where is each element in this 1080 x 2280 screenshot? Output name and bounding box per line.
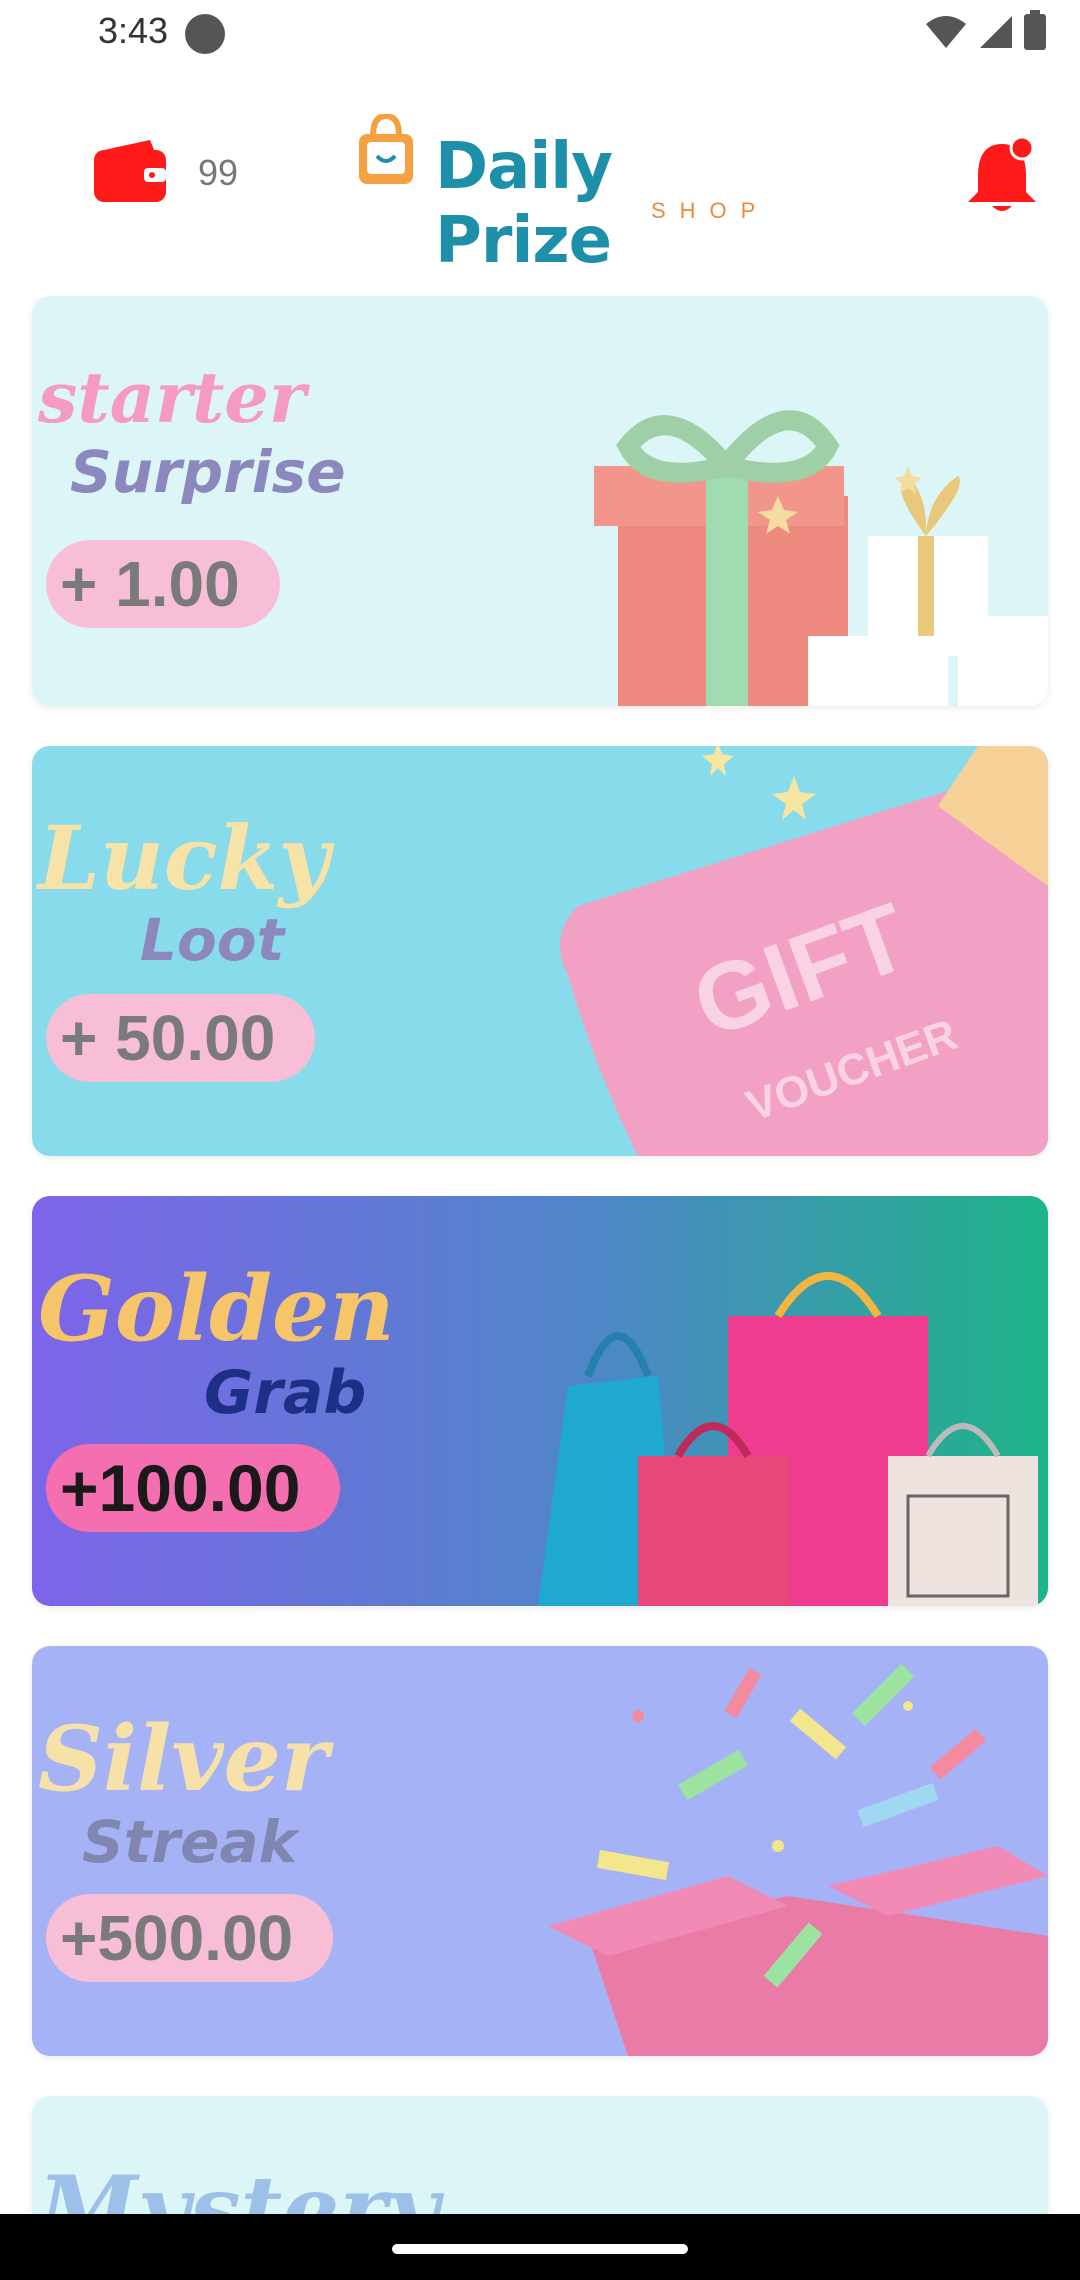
card-title-line1: Lucky — [38, 806, 330, 910]
app-header: 99 Daily Prize SHOP — [0, 110, 1080, 278]
card-title-line2: Surprise — [70, 438, 346, 506]
logo-subtitle: SHOP — [651, 198, 770, 223]
signal-icon — [980, 16, 1012, 48]
prize-card-lucky-loot[interactable]: Lucky Loot + 50.00 GIFT VOUCHER — [32, 746, 1048, 1156]
card-title-line2: Grab — [204, 1358, 367, 1428]
card-title-line1: starter — [38, 356, 306, 439]
wifi-icon — [926, 16, 966, 48]
card-amount-badge: +500.00 — [46, 1894, 334, 1982]
gift-box-illustration — [594, 410, 1048, 706]
prize-card-golden-grab[interactable]: Golden Grab +100.00 — [32, 1196, 1048, 1606]
card-title-line2: Streak — [82, 1808, 298, 1876]
status-time: 3:43 — [98, 10, 169, 51]
shopping-bags-illustration — [538, 1272, 1038, 1606]
system-navigation-bar — [0, 2214, 1080, 2280]
status-bar: 3:43 — [0, 0, 1080, 66]
card-amount-badge: + 50.00 — [46, 994, 316, 1082]
notification-dot-icon — [185, 14, 225, 54]
home-gesture-handle[interactable] — [392, 2244, 688, 2254]
card-amount-badge: + 1.00 — [46, 540, 280, 628]
card-title-line1: Golden — [38, 1256, 395, 1362]
battery-icon — [1024, 10, 1046, 50]
wallet-balance: 99 — [198, 152, 239, 193]
prize-card-starter-surprise[interactable]: starter Surprise + 1.00 — [32, 296, 1048, 706]
notification-bell-icon[interactable] — [966, 136, 1038, 216]
card-title-line1: Silver — [38, 1706, 329, 1812]
prize-card-silver-streak[interactable]: Silver Streak +500.00 — [32, 1646, 1048, 2056]
card-title-line2: Loot — [140, 906, 285, 974]
card-amount-badge: +100.00 — [46, 1444, 341, 1532]
system-icons — [924, 10, 1046, 50]
shopping-bag-icon — [359, 114, 413, 184]
app-logo: Daily Prize SHOP — [355, 110, 775, 278]
confetti-box-illustration — [548, 1663, 1048, 2056]
wallet-icon[interactable] — [94, 140, 166, 202]
